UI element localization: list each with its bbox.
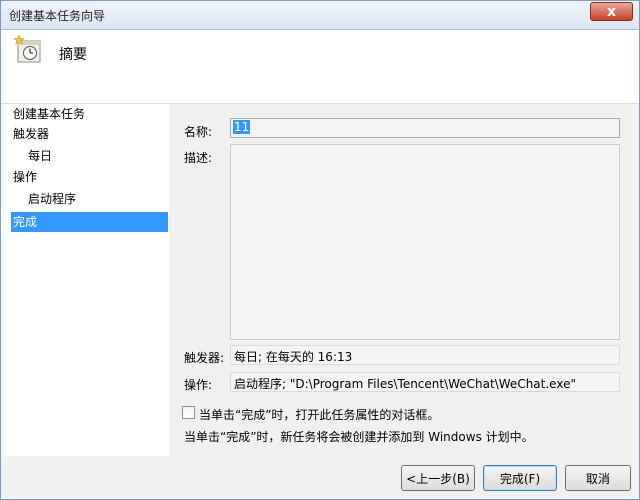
action-label: 操作: [184, 378, 213, 392]
description-label: 描述: [184, 151, 213, 165]
back-button[interactable]: <上一步(B) [401, 465, 475, 491]
trigger-value: 每日; 在每天的 16:13 [230, 345, 620, 365]
step-start-program[interactable]: 启动程序 [11, 189, 168, 209]
title-bar: 创建基本任务向导 x [1, 1, 639, 30]
open-properties-checkbox[interactable] [182, 406, 195, 419]
step-action[interactable]: 操作 [11, 167, 168, 187]
step-daily[interactable]: 每日 [11, 146, 168, 166]
trigger-label: 触发器: [184, 351, 225, 365]
action-value: 启动程序; "D:\Program Files\Tencent\WeChat\W… [230, 372, 620, 392]
close-button[interactable]: x [590, 2, 633, 21]
finish-button[interactable]: 完成(F) [483, 465, 557, 491]
step-trigger[interactable]: 触发器 [11, 124, 168, 144]
description-field[interactable] [230, 144, 620, 340]
name-value: 11 [233, 120, 251, 134]
page-title: 摘要 [59, 47, 87, 63]
window-title: 创建基本任务向导 [9, 9, 106, 23]
name-label: 名称: [184, 125, 213, 139]
task-clock-icon [13, 34, 41, 63]
name-field[interactable]: 11 [230, 118, 620, 138]
finish-note: 当单击“完成”时，新任务将会被创建并添加到 Windows 计划中。 [184, 430, 534, 444]
open-properties-label[interactable]: 当单击“完成”时，打开此任务属性的对话框。 [199, 406, 439, 423]
close-icon: x [606, 3, 617, 20]
step-finish[interactable]: 完成 [11, 212, 168, 232]
cancel-button[interactable]: 取消 [565, 465, 631, 491]
wizard-steps-sidebar: 创建基本任务 触发器 每日 操作 启动程序 完成 [1, 104, 169, 456]
step-create-basic-task[interactable]: 创建基本任务 [11, 104, 168, 124]
wizard-header: 摘要 [1, 30, 639, 104]
wizard-window: 创建基本任务向导 x 摘要 创建基本任务 触发器 每日 操作 启动程序 完成 名… [0, 0, 640, 500]
